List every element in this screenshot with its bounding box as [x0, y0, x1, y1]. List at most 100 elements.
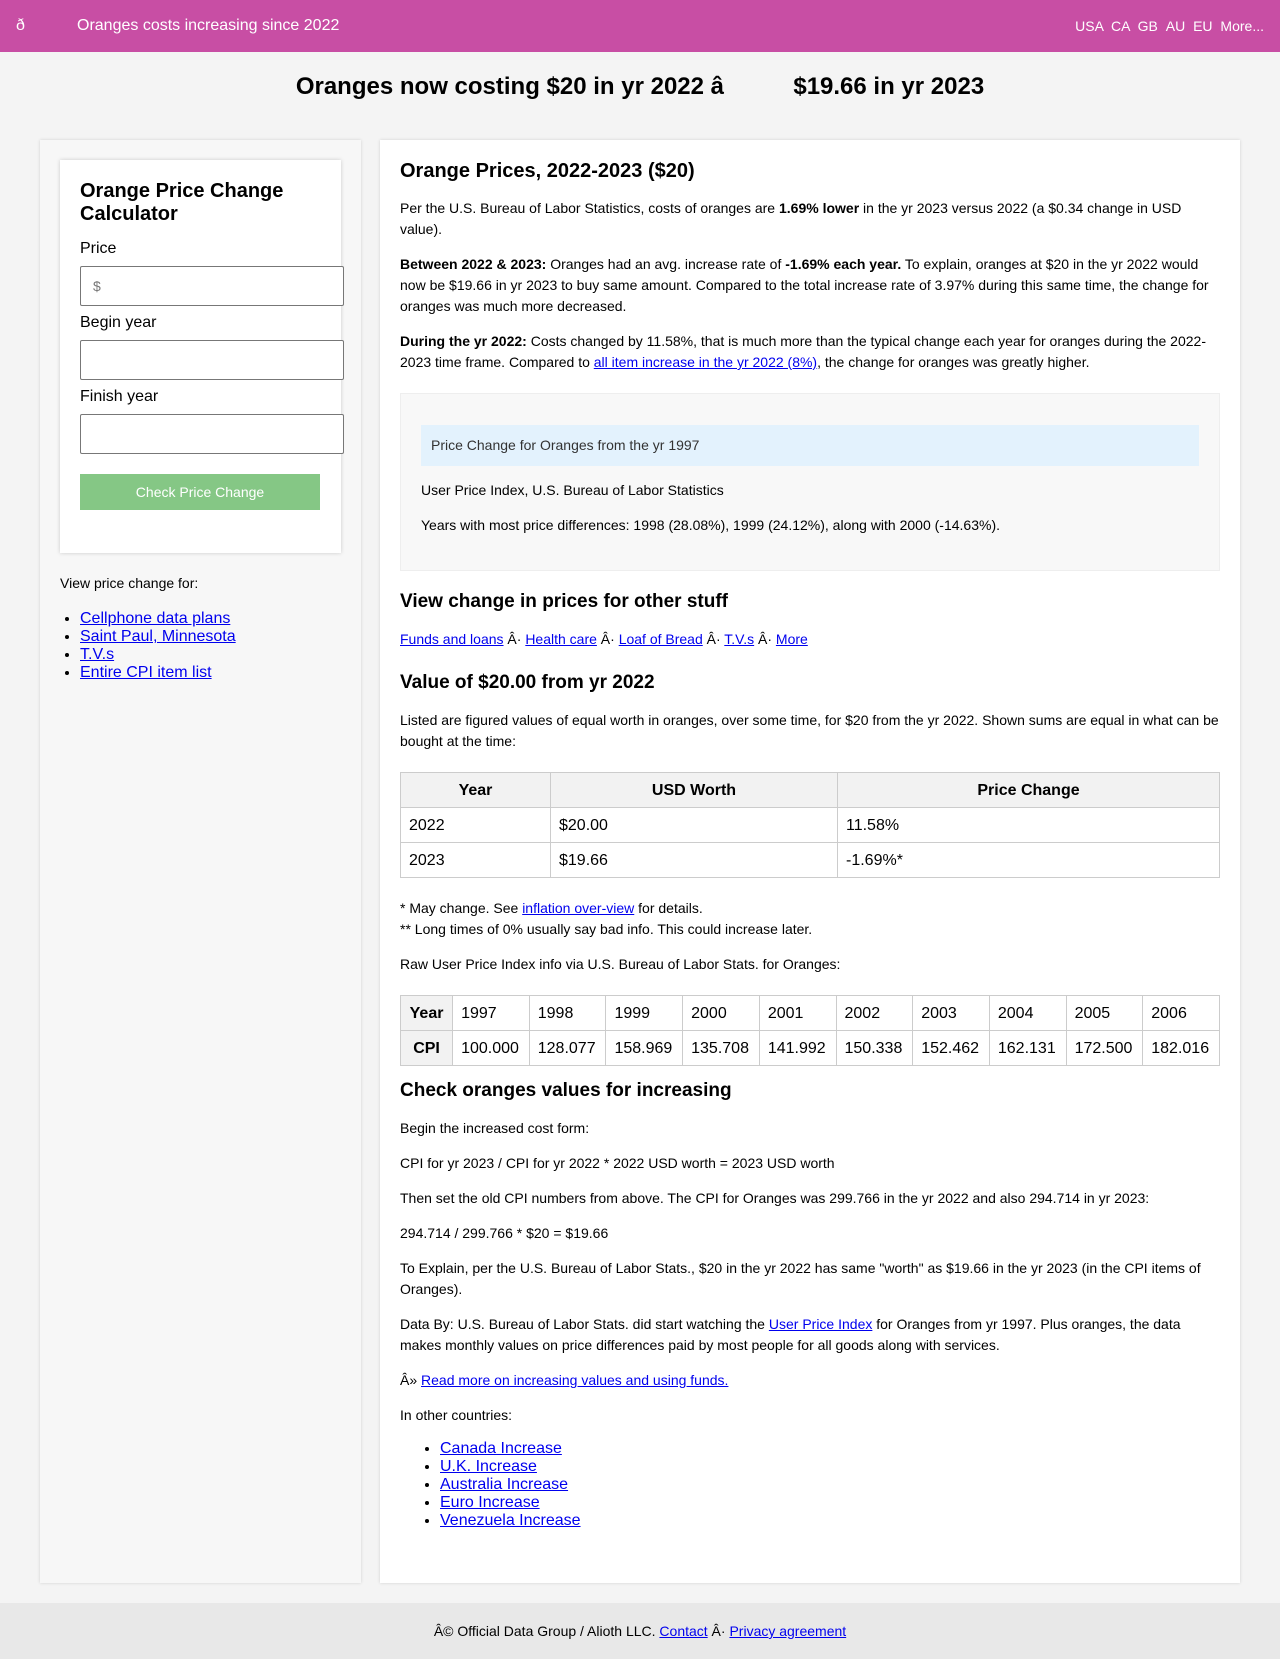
check-price-change-button[interactable]: Check Price Change: [80, 474, 320, 510]
country-link-au[interactable]: AU: [1166, 18, 1185, 34]
sidebar-link-tvs[interactable]: T.V.s: [80, 646, 114, 663]
separator: Â·: [702, 631, 725, 647]
site-title[interactable]: Oranges costs increasing since 2022: [77, 17, 339, 35]
table-cell: 2005: [1065, 995, 1144, 1031]
table-cell: 1997: [452, 995, 530, 1031]
link-euro-increase[interactable]: Euro Increase: [440, 1494, 540, 1511]
list-item: Venezuela Increase: [440, 1512, 1220, 1530]
other-stuff-title: View change in prices for other stuff: [400, 591, 728, 612]
country-link-usa[interactable]: USA: [1075, 18, 1103, 34]
privacy-agreement-link[interactable]: Privacy agreement: [729, 1623, 846, 1639]
between-years-paragraph: Between 2022 & 2023: Oranges had an avg.…: [400, 254, 1220, 317]
main-title: Orange Prices, 2022-2023 ($20): [400, 160, 695, 182]
link-more[interactable]: More: [776, 631, 808, 647]
link-canada-increase[interactable]: Canada Increase: [440, 1440, 562, 1457]
table-cell: 2001: [758, 995, 837, 1031]
table-cell: 141.992: [758, 1030, 837, 1066]
highlight-text: During the yr 2022:: [400, 333, 527, 349]
check-then-text: Then set the old CPI numbers from above.…: [400, 1190, 1150, 1206]
intro-paragraph: Per the U.S. Bureau of Labor Statistics,…: [400, 198, 1220, 240]
contact-link[interactable]: Contact: [659, 1623, 707, 1639]
link-loaf-of-bread[interactable]: Loaf of Bread: [619, 631, 703, 647]
table-header: CPI: [399, 1030, 454, 1066]
other-stuff-links: Funds and loans Â· Health care Â· Loaf o…: [400, 629, 1220, 650]
separator: Â·: [754, 631, 776, 647]
sidebar-link-cellphone[interactable]: Cellphone data plans: [80, 610, 230, 627]
highlight-text: Between 2022 & 2023:: [400, 256, 547, 272]
sidebar-link-cpi-list[interactable]: Entire CPI item list: [80, 664, 212, 681]
all-item-increase-link[interactable]: all item increase in the yr 2022 (8%): [594, 354, 817, 370]
finish-year-input[interactable]: [80, 414, 344, 454]
table-cell: 2000: [682, 995, 760, 1031]
price-calculator: Orange Price Change Calculator Price Beg…: [60, 160, 344, 553]
list-item: Australia Increase: [440, 1476, 1220, 1494]
table-cell: 1999: [605, 995, 684, 1031]
read-more-link[interactable]: Read more on increasing values and using…: [421, 1372, 728, 1388]
value-section-title: Value of $20.00 from yr 2022: [400, 672, 655, 693]
table-cell: 2006: [1142, 995, 1220, 1031]
link-uk-increase[interactable]: U.K. Increase: [440, 1458, 537, 1475]
link-tvs[interactable]: T.V.s: [724, 631, 754, 647]
list-item: Entire CPI item list: [80, 664, 236, 682]
inflation-overview-link[interactable]: inflation over-view: [522, 900, 634, 916]
country-link-gb[interactable]: GB: [1138, 18, 1158, 34]
table-cell: 162.131: [988, 1030, 1067, 1066]
raw-cpi-table: Year 1997 1998 1999 2000 2001 2002 2003 …: [399, 995, 1220, 1066]
price-label: Price: [80, 240, 117, 257]
page-title-part2: $19.66 in yr 2023: [793, 73, 985, 100]
country-link-more[interactable]: More...: [1220, 18, 1264, 34]
text: Â»: [400, 1372, 422, 1388]
country-link-ca[interactable]: CA: [1111, 18, 1130, 34]
check-values-title: Check oranges values for increasing: [400, 1080, 732, 1101]
infobox-most-diff: Years with most price differences: 1998 …: [421, 517, 1000, 533]
begin-year-input[interactable]: [80, 340, 344, 380]
user-price-index-link[interactable]: User Price Index: [769, 1316, 872, 1332]
separator: Â·: [596, 631, 619, 647]
sidebar: Orange Price Change Calculator Price Beg…: [40, 140, 361, 1583]
sidebar-links: Cellphone data plans Saint Paul, Minneso…: [60, 610, 236, 682]
list-item: T.V.s: [80, 646, 236, 664]
text: for details.: [634, 900, 703, 916]
data-by-text: Data By: U.S. Bureau of Labor Stats. did…: [400, 1314, 1220, 1356]
list-item: Saint Paul, Minnesota: [80, 628, 236, 646]
link-health-care[interactable]: Health care: [525, 631, 597, 647]
infobox-source: User Price Index, U.S. Bureau of Labor S…: [421, 482, 724, 498]
table-row: 2022 $20.00 11.58%: [400, 807, 1220, 843]
table-row: 2023 $19.66 -1.69%*: [400, 842, 1220, 878]
price-input[interactable]: [80, 266, 344, 306]
table-cell: -1.69%*: [837, 842, 1220, 878]
copyright-text: Â© Official Data Group / Alioth LLC.: [433, 1623, 660, 1639]
text: Per the U.S. Bureau of Labor Statistics,…: [400, 200, 779, 216]
sidebar-link-saint-paul[interactable]: Saint Paul, Minnesota: [80, 628, 236, 645]
link-venezuela-increase[interactable]: Venezuela Increase: [440, 1512, 581, 1529]
table-cell: 182.016: [1142, 1030, 1220, 1066]
text: * May change. See: [400, 900, 523, 916]
check-formula: CPI for yr 2023 / CPI for yr 2022 * 2022…: [400, 1155, 835, 1171]
highlight-text: 1.69% lower: [778, 200, 860, 216]
country-link-eu[interactable]: EU: [1193, 18, 1212, 34]
raw-cpi-text: Raw User Price Index info via U.S. Burea…: [400, 956, 841, 972]
view-price-change-label: View price change for:: [60, 575, 199, 591]
link-australia-increase[interactable]: Australia Increase: [440, 1476, 568, 1493]
table-cell: 2003: [912, 995, 990, 1031]
check-explain: To Explain, per the U.S. Bureau of Labor…: [400, 1260, 1201, 1297]
table-cell: 135.708: [682, 1030, 760, 1066]
list-item: U.K. Increase: [440, 1458, 1220, 1476]
site-logo-icon[interactable]: ð: [16, 17, 76, 35]
text: ** Long times of 0% usually say bad info…: [400, 921, 813, 937]
table-cell: $20.00: [550, 807, 838, 843]
table-row: Year 1997 1998 1999 2000 2001 2002 2003 …: [399, 995, 1220, 1031]
list-item: Euro Increase: [440, 1494, 1220, 1512]
price-change-infobox: Price Change for Oranges from the yr 199…: [400, 393, 1220, 571]
other-countries-list: Canada Increase U.K. Increase Australia …: [400, 1440, 1220, 1530]
table-cell: 2002: [835, 995, 914, 1031]
footer: Â© Official Data Group / Alioth LLC. Con…: [0, 1603, 1280, 1659]
table-header: Year: [399, 995, 454, 1031]
during-year-paragraph: During the yr 2022: Costs changed by 11.…: [400, 331, 1220, 373]
table-row: CPI 100.000 128.077 158.969 135.708 141.…: [399, 1030, 1220, 1066]
table-header: USD Worth: [550, 772, 838, 808]
link-funds-loans[interactable]: Funds and loans: [400, 631, 504, 647]
table-cell: 2022: [400, 807, 551, 843]
calculator-title: Orange Price Change Calculator: [80, 180, 284, 225]
table-header: Year: [400, 772, 551, 808]
